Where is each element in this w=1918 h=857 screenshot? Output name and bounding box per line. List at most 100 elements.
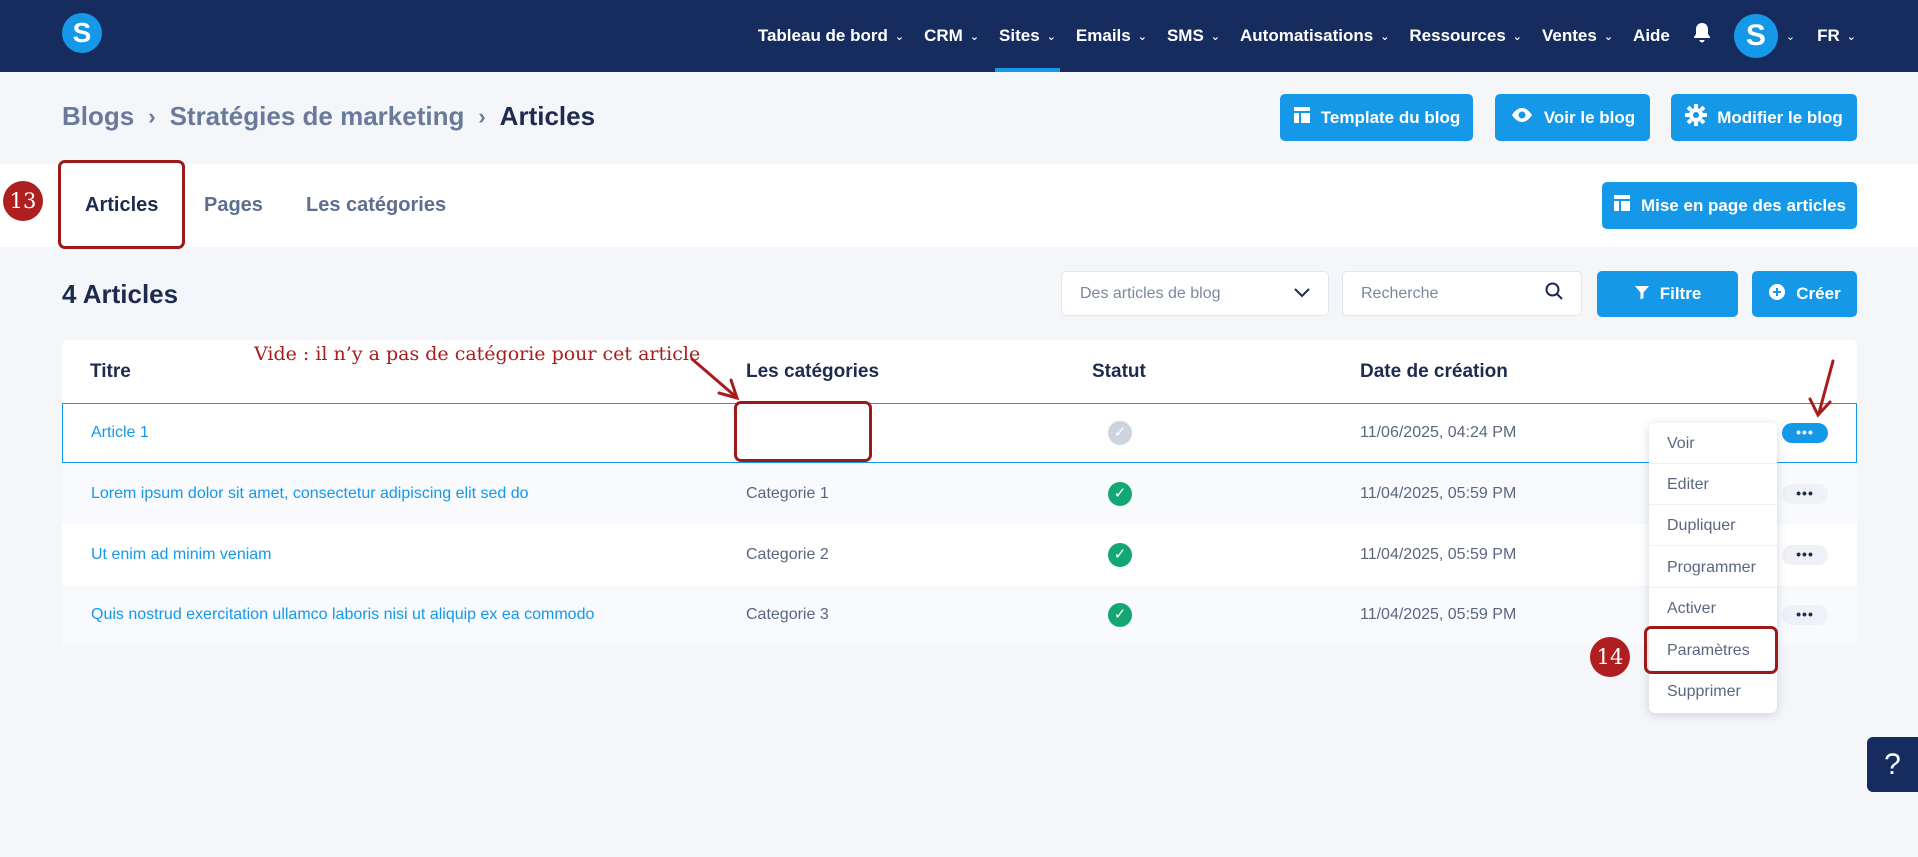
gear-icon: [1685, 104, 1708, 131]
filter-button[interactable]: Filtre: [1597, 271, 1738, 317]
chevron-right-icon: ›: [148, 103, 156, 129]
highlight-empty-category: [734, 401, 872, 462]
table-row[interactable]: [62, 524, 1857, 584]
row-actions-button[interactable]: •••: [1782, 605, 1828, 625]
breadcrumb-blogs[interactable]: Blogs: [62, 101, 134, 132]
highlight-settings-item: [1644, 626, 1778, 674]
nav-item-help[interactable]: Aide: [1633, 0, 1670, 72]
article-type-select[interactable]: Des articles de blog: [1061, 271, 1329, 316]
chevron-down-icon[interactable]: ⌄: [1786, 30, 1795, 43]
button-label: Modifier le blog: [1717, 107, 1843, 127]
status-published-icon: ✓: [1108, 603, 1132, 627]
nav-item-resources[interactable]: Ressources ⌄: [1409, 0, 1522, 72]
chevron-down-icon: ⌄: [894, 30, 905, 43]
button-label: Créer: [1796, 284, 1841, 303]
view-blog-button[interactable]: Voir le blog: [1495, 94, 1650, 141]
articles-count: 4 Articles: [62, 279, 179, 309]
create-button[interactable]: Créer: [1752, 271, 1857, 317]
articles-layout-button[interactable]: Mise en page des articles: [1602, 182, 1857, 229]
row-actions-button[interactable]: •••: [1782, 545, 1828, 565]
search-input[interactable]: Recherche: [1342, 271, 1582, 316]
chevron-down-icon: ⌄: [1210, 30, 1220, 43]
button-label: Filtre: [1659, 284, 1702, 303]
breadcrumb-blog-name[interactable]: Stratégies de marketing: [170, 101, 465, 132]
article-date: 11/04/2025, 05:59 PM: [1360, 606, 1517, 623]
bell-icon[interactable]: [1692, 22, 1712, 50]
article-date: 11/06/2025, 04:24 PM: [1360, 424, 1517, 441]
menu-item-view[interactable]: Voir: [1649, 423, 1777, 464]
chevron-down-icon: ⌄: [1603, 30, 1614, 43]
row-actions-button[interactable]: •••: [1782, 423, 1828, 443]
nav-item-sales[interactable]: Ventes ⌄: [1542, 0, 1613, 72]
search-placeholder: Recherche: [1361, 284, 1439, 302]
nav-item-label: CRM: [924, 26, 963, 45]
menu-item-delete[interactable]: Supprimer: [1649, 671, 1777, 712]
nav-item-emails[interactable]: Emails ⌄: [1076, 0, 1147, 72]
layout-icon: [1613, 194, 1631, 217]
tab-categories[interactable]: Les catégories: [306, 164, 446, 247]
nav-item-label: SMS: [1166, 26, 1204, 45]
article-title-link[interactable]: Article 1: [91, 423, 149, 443]
language-selector[interactable]: FR ⌄: [1817, 0, 1856, 72]
menu-item-edit[interactable]: Editer: [1649, 464, 1777, 505]
table-row[interactable]: [62, 403, 1857, 463]
column-header-title: Titre: [90, 361, 131, 382]
highlight-articles-tab: [58, 160, 185, 249]
nav-item-automations[interactable]: Automatisations ⌄: [1240, 0, 1389, 72]
nav-item-label: Emails: [1075, 26, 1131, 45]
article-date: 11/04/2025, 05:59 PM: [1360, 485, 1517, 502]
menu-item-duplicate[interactable]: Dupliquer: [1649, 505, 1777, 546]
article-title-link[interactable]: Ut enim ad minim veniam: [91, 545, 272, 565]
menu-item-activate[interactable]: Activer: [1649, 588, 1777, 629]
language-label: FR: [1817, 26, 1840, 45]
button-label: Mise en page des articles: [1640, 195, 1847, 215]
nav-item-crm[interactable]: CRM ⌄: [924, 0, 979, 72]
edit-blog-button[interactable]: Modifier le blog: [1671, 94, 1857, 141]
article-category: Categorie 2: [746, 546, 829, 563]
chevron-down-icon: ⌄: [1512, 30, 1523, 43]
breadcrumb: Blogs › Stratégies de marketing › Articl…: [62, 101, 595, 132]
layout-icon: [1293, 106, 1311, 129]
chevron-right-icon: ›: [478, 103, 486, 129]
select-value: Des articles de blog: [1080, 284, 1221, 302]
row-actions-button[interactable]: •••: [1782, 484, 1828, 504]
chevron-down-icon: ⌄: [1380, 30, 1390, 43]
chevron-down-icon: [1294, 285, 1310, 303]
nav-item-sites[interactable]: Sites ⌄: [995, 0, 1060, 72]
help-button[interactable]: ?: [1867, 737, 1918, 792]
funnel-icon: [1634, 284, 1650, 305]
nav-item-label: Sites: [999, 26, 1040, 45]
column-header-status: Statut: [1092, 361, 1146, 382]
step-14-badge: 14: [1590, 637, 1630, 677]
breadcrumb-current: Articles: [499, 101, 596, 131]
step-13-badge: 13: [3, 181, 43, 221]
app-logo[interactable]: S: [62, 13, 102, 53]
button-label: Voir le blog: [1543, 107, 1636, 127]
user-avatar[interactable]: S: [1733, 14, 1778, 58]
chevron-down-icon: ⌄: [1046, 30, 1056, 43]
nav-item-dashboard[interactable]: Tableau de bord ⌄: [758, 0, 904, 72]
status-published-icon: ✓: [1108, 482, 1132, 506]
status-published-icon: ✓: [1108, 543, 1132, 567]
article-title-link[interactable]: Lorem ipsum dolor sit amet, consectetur …: [91, 484, 529, 504]
column-header-date: Date de création: [1360, 361, 1508, 382]
blog-template-button[interactable]: Template du blog: [1280, 94, 1473, 141]
annotation-note: Vide : il n’y a pas de catégorie pour ce…: [254, 343, 701, 365]
eye-icon: [1510, 107, 1534, 128]
article-title-link[interactable]: Quis nostrud exercitation ullamco labori…: [91, 605, 594, 625]
article-category: Categorie 1: [746, 485, 829, 502]
nav-item-label: Automatisations: [1240, 26, 1374, 45]
chevron-down-icon: ⌄: [969, 30, 980, 43]
menu-item-schedule[interactable]: Programmer: [1649, 547, 1777, 588]
nav-item-sms[interactable]: SMS ⌄: [1167, 0, 1220, 72]
status-unpublished-icon: ✓: [1108, 421, 1132, 445]
article-category: Categorie 3: [746, 606, 829, 623]
top-navigation-bar: S Tableau de bord ⌄ CRM ⌄ Sites ⌄ Emails ⌄ S…: [0, 0, 1918, 72]
chevron-down-icon: ⌄: [1137, 30, 1147, 43]
tab-pages[interactable]: Pages: [204, 164, 263, 247]
nav-item-label: Ressources: [1409, 26, 1506, 45]
plus-circle-icon: [1768, 283, 1786, 306]
column-header-categories: Les catégories: [746, 361, 880, 382]
search-icon[interactable]: [1545, 282, 1563, 305]
nav-item-label: Aide: [1633, 26, 1670, 45]
